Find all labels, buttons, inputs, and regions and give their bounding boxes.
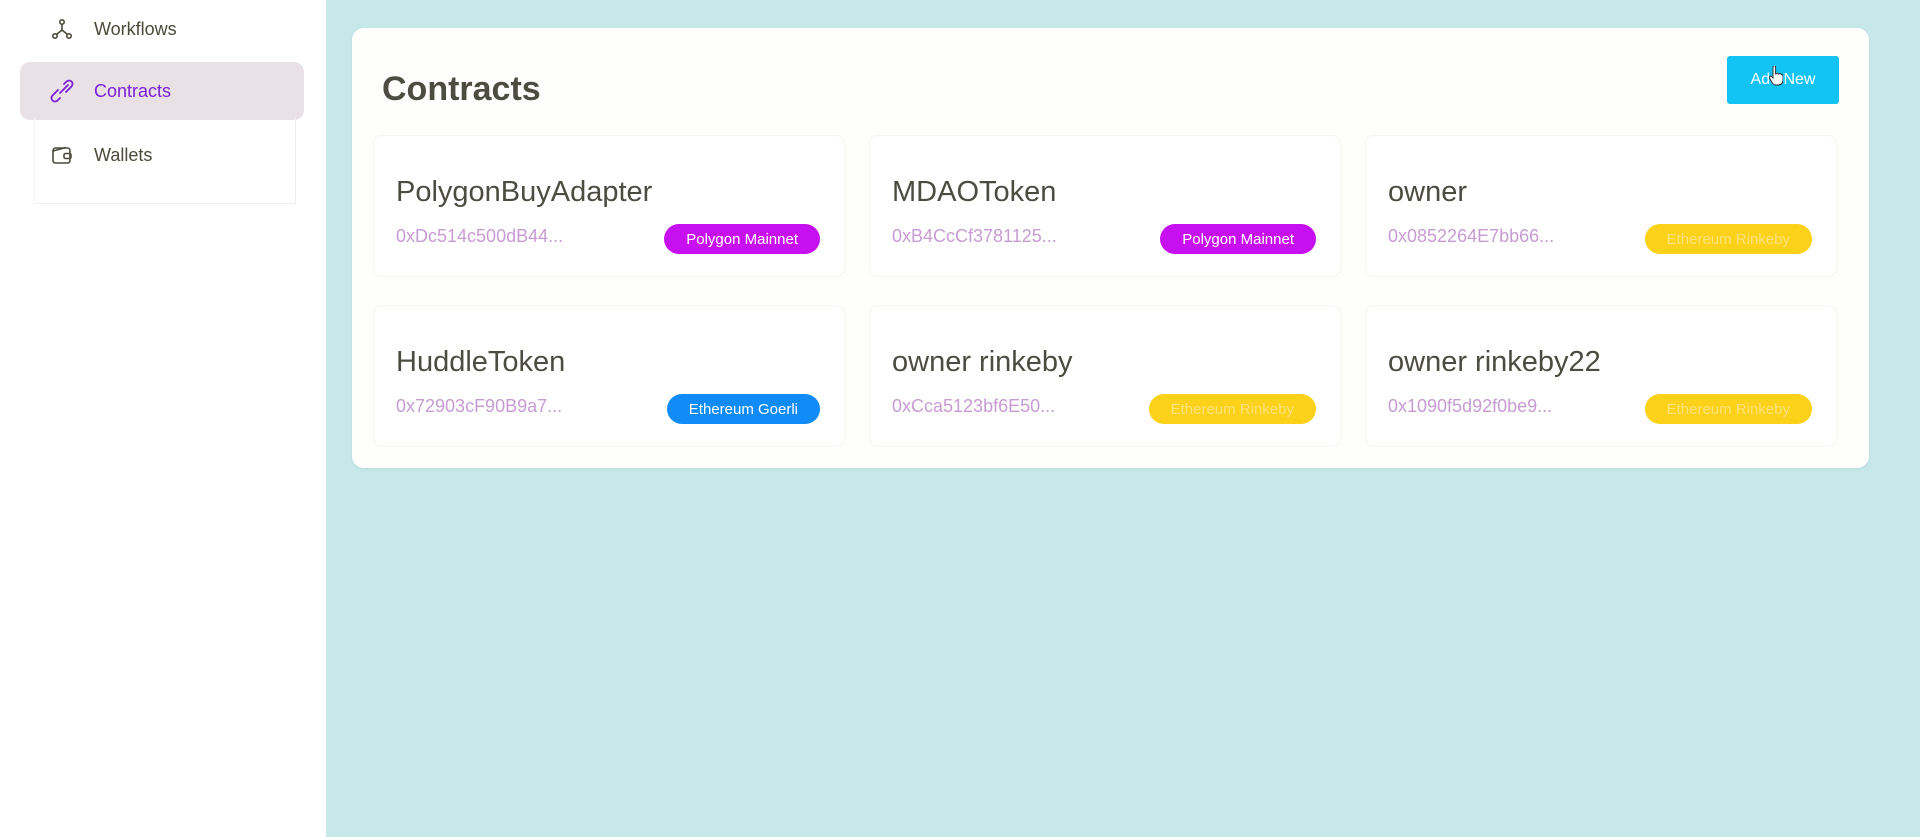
contract-name: owner rinkeby22 bbox=[1388, 346, 1601, 378]
contract-card[interactable]: PolygonBuyAdapter 0xDc514c500dB44... Pol… bbox=[374, 136, 844, 276]
contract-address: 0xDc514c500dB44... bbox=[396, 226, 564, 246]
contract-name: MDAOToken bbox=[892, 176, 1057, 208]
contract-name: HuddleToken bbox=[396, 346, 566, 378]
workflow-icon bbox=[50, 17, 74, 41]
contract-address: 0xCca5123bf6E50... bbox=[892, 396, 1056, 416]
contract-card[interactable]: owner 0x0852264E7bb66... Ethereum Rinkeb… bbox=[1366, 136, 1836, 276]
sidebar-item-workflows[interactable]: Workflows bbox=[20, 0, 304, 58]
contracts-panel: Contracts Add New PolygonBuyAdapter 0xDc… bbox=[352, 28, 1869, 468]
contract-name: PolygonBuyAdapter bbox=[396, 176, 653, 208]
sidebar: Workflows Contracts Wallets bbox=[0, 0, 326, 837]
sidebar-item-contracts[interactable]: Contracts bbox=[20, 62, 304, 120]
add-new-button[interactable]: Add New bbox=[1727, 56, 1839, 104]
contract-name: owner bbox=[1388, 176, 1467, 208]
contract-address: 0xB4CcCf3781125... bbox=[892, 226, 1057, 246]
network-badge: Polygon Mainnet bbox=[664, 224, 820, 254]
link-icon bbox=[50, 79, 74, 103]
contract-name: owner rinkeby bbox=[892, 346, 1073, 378]
contract-address: 0x1090f5d92f0be9... bbox=[1388, 396, 1553, 416]
main-content: Contracts Add New PolygonBuyAdapter 0xDc… bbox=[326, 0, 1920, 837]
app-root: Workflows Contracts Wallets Contracts Ad… bbox=[0, 0, 1920, 837]
wallet-icon bbox=[50, 143, 74, 167]
contract-card[interactable]: MDAOToken 0xB4CcCf3781125... Polygon Mai… bbox=[870, 136, 1340, 276]
contract-card[interactable]: HuddleToken 0x72903cF90B9a7... Ethereum … bbox=[374, 306, 844, 446]
network-badge: Ethereum Rinkeby bbox=[1644, 224, 1812, 254]
page-title: Contracts bbox=[382, 70, 541, 108]
sidebar-item-wallets[interactable]: Wallets bbox=[20, 126, 304, 184]
network-badge: Ethereum Rinkeby bbox=[1644, 394, 1812, 424]
contract-address: 0x72903cF90B9a7... bbox=[396, 396, 563, 416]
network-badge: Ethereum Goerli bbox=[666, 394, 820, 424]
sidebar-item-label: Workflows bbox=[94, 18, 177, 39]
sidebar-item-label: Contracts bbox=[94, 80, 172, 101]
network-badge: Ethereum Rinkeby bbox=[1148, 394, 1316, 424]
contract-card[interactable]: owner rinkeby22 0x1090f5d92f0be9... Ethe… bbox=[1366, 306, 1836, 446]
contract-card[interactable]: owner rinkeby 0xCca5123bf6E50... Ethereu… bbox=[870, 306, 1340, 446]
network-badge: Polygon Mainnet bbox=[1160, 224, 1316, 254]
contract-address: 0x0852264E7bb66... bbox=[1388, 226, 1555, 246]
sidebar-item-label: Wallets bbox=[94, 144, 153, 165]
